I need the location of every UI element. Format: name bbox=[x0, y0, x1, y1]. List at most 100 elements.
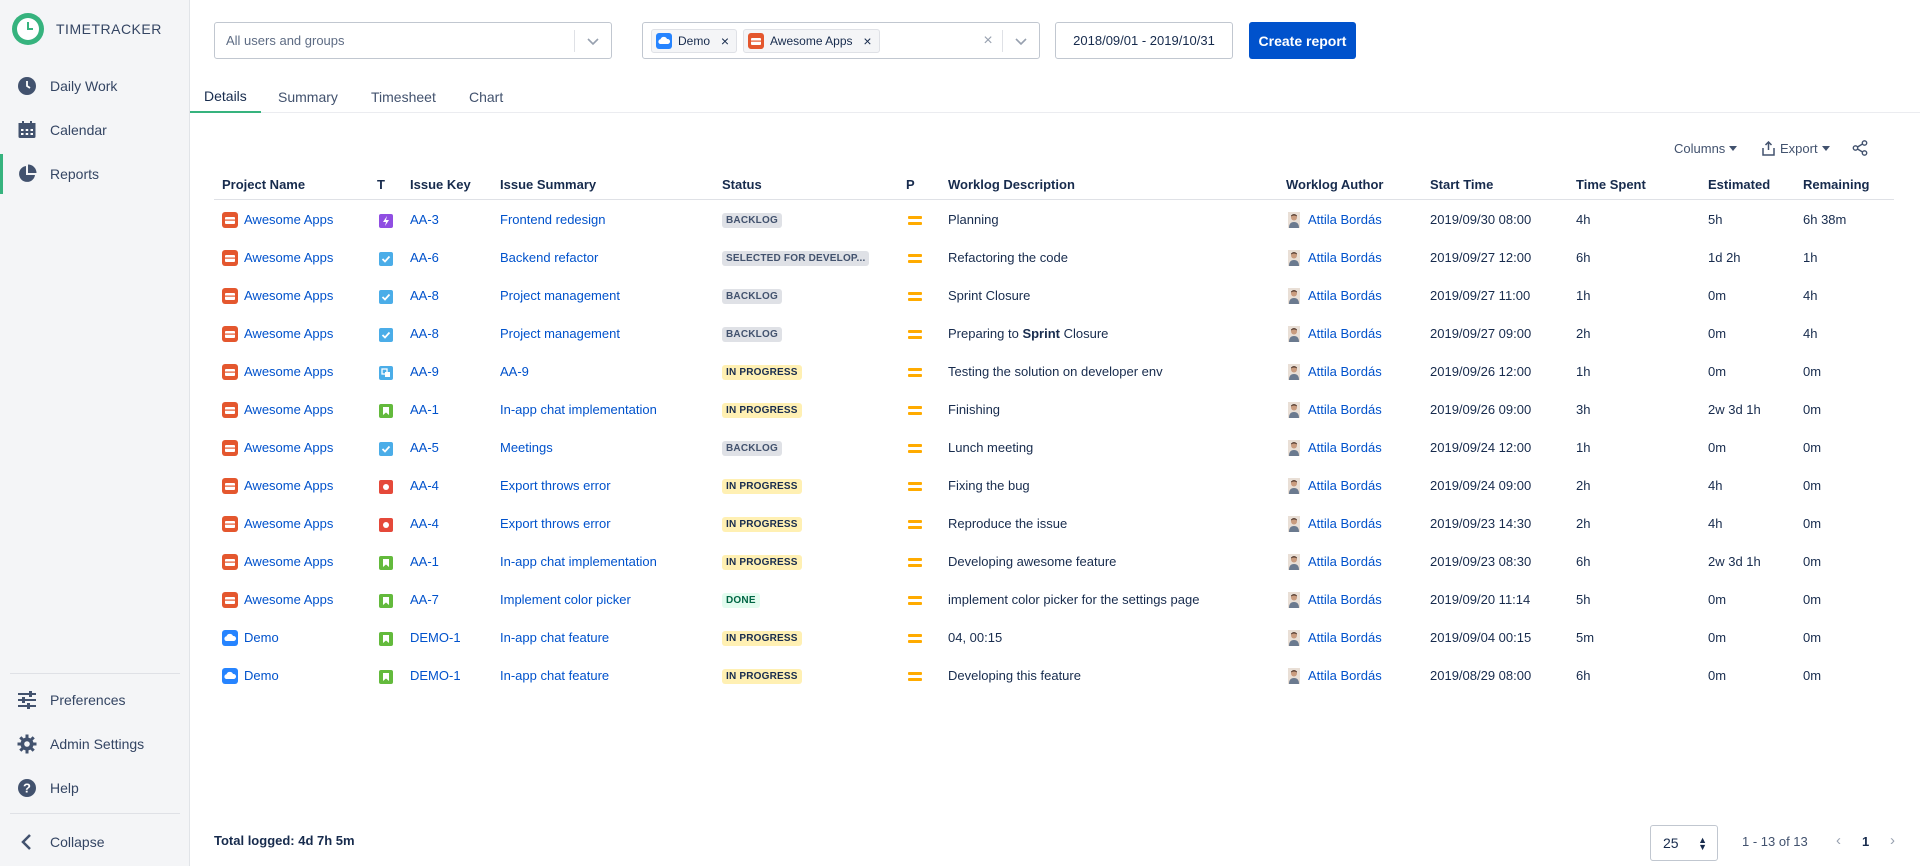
nav-calendar[interactable]: Calendar bbox=[0, 110, 189, 150]
issue-summary-link[interactable]: Implement color picker bbox=[500, 592, 631, 607]
issue-key-link[interactable]: AA-4 bbox=[410, 516, 439, 531]
brand[interactable]: TIMETRACKER bbox=[12, 12, 162, 46]
col-worklog-description[interactable]: Worklog Description bbox=[948, 177, 1075, 192]
page-size-select[interactable]: 25 ▲ ▼ bbox=[1650, 825, 1718, 861]
project-link[interactable]: Awesome Apps bbox=[244, 516, 333, 531]
issue-summary-link[interactable]: Frontend redesign bbox=[500, 212, 606, 227]
issue-key-link[interactable]: AA-6 bbox=[410, 250, 439, 265]
author-link[interactable]: Attila Bordás bbox=[1308, 630, 1382, 645]
author-link[interactable]: Attila Bordás bbox=[1308, 554, 1382, 569]
issue-key-link[interactable]: DEMO-1 bbox=[410, 668, 461, 683]
col-worklog-author[interactable]: Worklog Author bbox=[1286, 177, 1384, 192]
project-link[interactable]: Awesome Apps bbox=[244, 212, 333, 227]
issue-key-link[interactable]: AA-9 bbox=[410, 364, 439, 379]
author-link[interactable]: Attila Bordás bbox=[1308, 668, 1382, 683]
author-link[interactable]: Attila Bordás bbox=[1308, 250, 1382, 265]
issue-key-link[interactable]: AA-8 bbox=[410, 326, 439, 341]
remove-chip-icon[interactable]: × bbox=[718, 33, 732, 49]
issue-summary-link[interactable]: Project management bbox=[500, 288, 620, 303]
author-link[interactable]: Attila Bordás bbox=[1308, 478, 1382, 493]
project-link[interactable]: Awesome Apps bbox=[244, 326, 333, 341]
project-link[interactable]: Awesome Apps bbox=[244, 592, 333, 607]
issue-key-link[interactable]: AA-5 bbox=[410, 440, 439, 455]
col-type[interactable]: T bbox=[377, 177, 385, 192]
col-time-spent[interactable]: Time Spent bbox=[1576, 177, 1646, 192]
issue-summary-link[interactable]: Meetings bbox=[500, 440, 553, 455]
issue-summary-link[interactable]: In-app chat feature bbox=[500, 668, 609, 683]
issue-summary-link[interactable]: In-app chat implementation bbox=[500, 402, 657, 417]
project-link[interactable]: Demo bbox=[244, 668, 279, 683]
col-priority[interactable]: P bbox=[906, 177, 915, 192]
issue-summary-link[interactable]: Export throws error bbox=[500, 516, 611, 531]
share-icon[interactable] bbox=[1852, 138, 1868, 158]
start-time: 2019/09/04 00:15 bbox=[1430, 630, 1532, 645]
project-link[interactable]: Awesome Apps bbox=[244, 250, 333, 265]
create-report-button[interactable]: Create report bbox=[1249, 22, 1356, 59]
issue-key-link[interactable]: DEMO-1 bbox=[410, 630, 461, 645]
author-link[interactable]: Attila Bordás bbox=[1308, 440, 1382, 455]
issue-summary-link[interactable]: Export throws error bbox=[500, 478, 611, 493]
col-issue-summary[interactable]: Issue Summary bbox=[500, 177, 596, 192]
issue-key-link[interactable]: AA-1 bbox=[410, 554, 439, 569]
issue-summary-link[interactable]: AA-9 bbox=[500, 364, 529, 379]
project-link[interactable]: Awesome Apps bbox=[244, 288, 333, 303]
col-estimated[interactable]: Estimated bbox=[1708, 177, 1770, 192]
current-page[interactable]: 1 bbox=[1862, 834, 1869, 849]
col-project-name[interactable]: Project Name bbox=[222, 177, 305, 192]
issue-key-link[interactable]: AA-7 bbox=[410, 592, 439, 607]
issue-key-link[interactable]: AA-4 bbox=[410, 478, 439, 493]
tab-summary[interactable]: Summary bbox=[278, 80, 338, 113]
date-range-picker[interactable]: 2018/09/01 - 2019/10/31 bbox=[1055, 22, 1233, 59]
nav-help[interactable]: ? Help bbox=[0, 768, 189, 808]
remove-chip-icon[interactable]: × bbox=[861, 33, 875, 49]
project-link[interactable]: Awesome Apps bbox=[244, 364, 333, 379]
users-groups-select[interactable]: All users and groups bbox=[214, 22, 612, 59]
author-link[interactable]: Attila Bordás bbox=[1308, 212, 1382, 227]
projects-select[interactable]: Demo × Awesome Apps × × bbox=[642, 22, 1040, 59]
project-link[interactable]: Awesome Apps bbox=[244, 478, 333, 493]
columns-button[interactable]: Columns bbox=[1674, 138, 1738, 158]
tab-details[interactable]: Details bbox=[190, 80, 261, 113]
issue-summary-link[interactable]: In-app chat implementation bbox=[500, 554, 657, 569]
chevron-down-icon[interactable] bbox=[1003, 34, 1039, 48]
col-start-time[interactable]: Start Time bbox=[1430, 177, 1493, 192]
export-button[interactable]: Export bbox=[1762, 138, 1830, 158]
status-badge: IN PROGRESS bbox=[722, 403, 802, 418]
author-link[interactable]: Attila Bordás bbox=[1308, 516, 1382, 531]
col-remaining[interactable]: Remaining bbox=[1803, 177, 1869, 192]
chevron-right-icon[interactable]: › bbox=[1890, 832, 1895, 849]
status-badge: BACKLOG bbox=[722, 441, 782, 456]
author-link[interactable]: Attila Bordás bbox=[1308, 592, 1382, 607]
up-down-icon: ▲ ▼ bbox=[1698, 835, 1707, 852]
collapse-button[interactable]: Collapse bbox=[0, 822, 189, 862]
task-type-icon bbox=[379, 442, 393, 456]
issue-key-link[interactable]: AA-3 bbox=[410, 212, 439, 227]
issue-key-link[interactable]: AA-1 bbox=[410, 402, 439, 417]
tab-timesheet[interactable]: Timesheet bbox=[371, 80, 436, 113]
author-link[interactable]: Attila Bordás bbox=[1308, 326, 1382, 341]
nav-daily-work[interactable]: Daily Work bbox=[0, 66, 189, 106]
nav-admin-settings[interactable]: Admin Settings bbox=[0, 724, 189, 764]
project-link[interactable]: Awesome Apps bbox=[244, 440, 333, 455]
issue-key-link[interactable]: AA-8 bbox=[410, 288, 439, 303]
nav-preferences[interactable]: Preferences bbox=[0, 680, 189, 720]
issue-summary-link[interactable]: Backend refactor bbox=[500, 250, 598, 265]
author-link[interactable]: Attila Bordás bbox=[1308, 402, 1382, 417]
remaining: 0m bbox=[1803, 478, 1822, 493]
project-link[interactable]: Demo bbox=[244, 630, 279, 645]
col-issue-key[interactable]: Issue Key bbox=[410, 177, 471, 192]
app-name: TIMETRACKER bbox=[56, 21, 162, 37]
author-link[interactable]: Attila Bordás bbox=[1308, 288, 1382, 303]
chevron-down-icon[interactable] bbox=[575, 34, 611, 48]
author-link[interactable]: Attila Bordás bbox=[1308, 364, 1382, 379]
issue-summary-link[interactable]: Project management bbox=[500, 326, 620, 341]
col-status[interactable]: Status bbox=[722, 177, 762, 192]
tab-chart[interactable]: Chart bbox=[469, 80, 503, 113]
chevron-left-icon[interactable]: ‹ bbox=[1836, 832, 1841, 849]
project-link[interactable]: Awesome Apps bbox=[244, 554, 333, 569]
issue-summary-link[interactable]: In-app chat feature bbox=[500, 630, 609, 645]
nav-reports[interactable]: Reports bbox=[0, 154, 189, 194]
status-badge: SELECTED FOR DEVELOP... bbox=[722, 251, 870, 266]
project-link[interactable]: Awesome Apps bbox=[244, 402, 333, 417]
clear-icon[interactable]: × bbox=[974, 32, 1002, 50]
